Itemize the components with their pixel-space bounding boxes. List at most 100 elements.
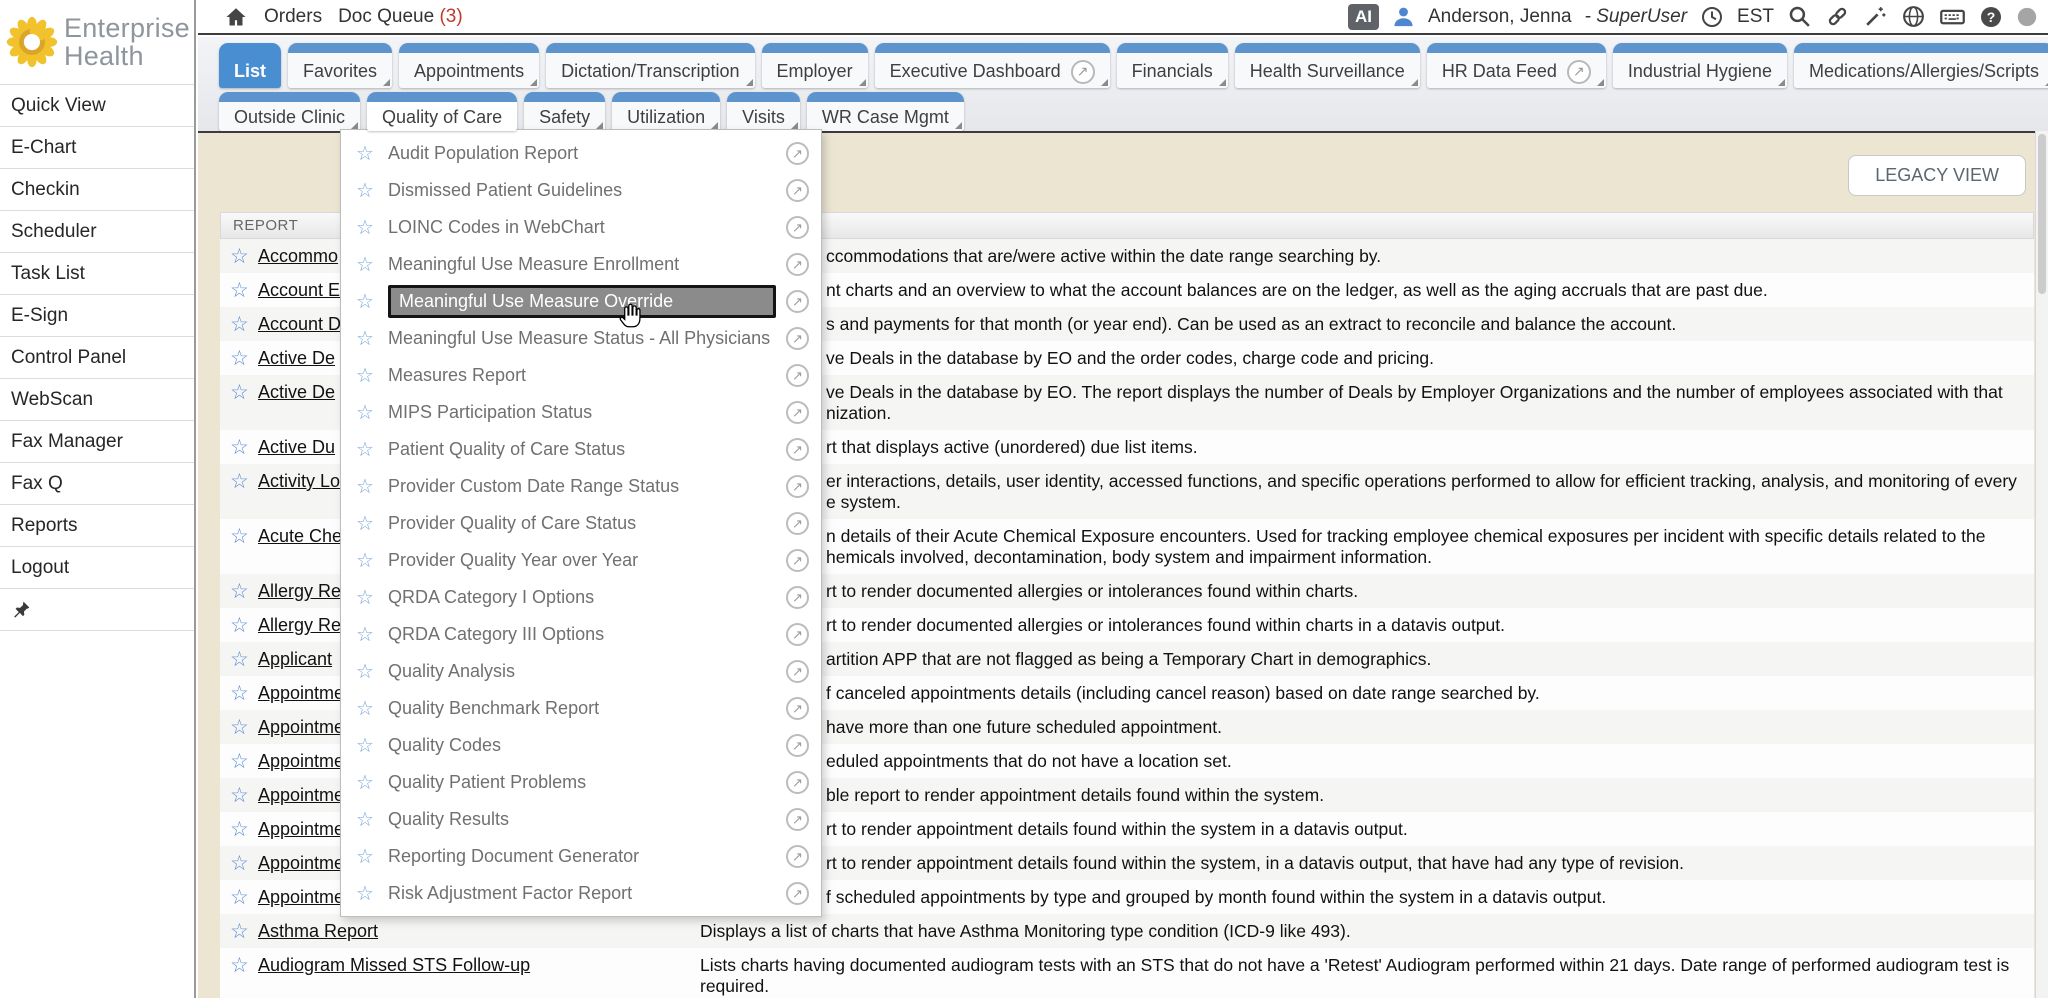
favorite-star-icon[interactable]: ☆ [230,615,258,636]
favorite-star-icon[interactable]: ☆ [356,437,383,462]
favorite-star-icon[interactable]: ☆ [230,819,258,840]
sidebar-item-checkin[interactable]: Checkin [0,169,194,211]
sidebar-item-webscan[interactable]: WebScan [0,379,194,421]
favorite-star-icon[interactable]: ☆ [356,659,383,684]
favorite-star-icon[interactable]: ☆ [356,252,383,277]
scrollbar-thumb[interactable] [2038,134,2046,294]
tab-financials[interactable]: Financials [1117,43,1228,88]
favorite-star-icon[interactable]: ☆ [230,683,258,704]
favorite-star-icon[interactable]: ☆ [356,770,383,795]
favorite-star-icon[interactable]: ☆ [230,921,258,942]
open-report-icon[interactable]: ↗ [786,808,809,831]
favorite-star-icon[interactable]: ☆ [230,471,258,492]
open-report-icon[interactable]: ↗ [786,734,809,757]
favorite-star-icon[interactable]: ☆ [230,280,258,301]
tab-wr-case-mgmt[interactable]: WR Case Mgmt [807,92,964,131]
report-link[interactable]: Appointme [258,683,344,704]
open-report-icon[interactable]: ↗ [786,364,809,387]
dropdown-item-loinc-codes[interactable]: ☆LOINC Codes in WebChart↗ [341,209,821,246]
favorite-star-icon[interactable]: ☆ [356,178,383,203]
report-link[interactable]: Allergy Re [258,581,341,602]
tab-industrial-hygiene[interactable]: Industrial Hygiene [1613,43,1787,88]
tab-dictation-transcription[interactable]: Dictation/Transcription [546,43,754,88]
open-report-icon[interactable]: ↗ [786,401,809,424]
open-report-icon[interactable]: ↗ [786,586,809,609]
tab-outside-clinic[interactable]: Outside Clinic [219,92,360,131]
tab-visits[interactable]: Visits [727,92,800,131]
report-link[interactable]: Appointme [258,819,344,840]
dropdown-item-quality-patient-problems[interactable]: ☆Quality Patient Problems↗ [341,764,821,801]
sidebar-item-e-sign[interactable]: E-Sign [0,295,194,337]
open-report-icon[interactable]: ↗ [786,845,809,868]
report-link[interactable]: Appointme [258,717,344,738]
favorite-star-icon[interactable]: ☆ [356,807,383,832]
tab-utilization[interactable]: Utilization [612,92,720,131]
favorite-star-icon[interactable]: ☆ [230,437,258,458]
favorite-star-icon[interactable]: ☆ [356,733,383,758]
sidebar-pin-toggle[interactable] [0,589,194,631]
dropdown-item-audit-population-report[interactable]: ☆Audit Population Report↗ [341,135,821,172]
open-report-icon[interactable]: ↗ [786,549,809,572]
favorite-star-icon[interactable]: ☆ [230,955,258,976]
favorite-star-icon[interactable]: ☆ [230,853,258,874]
favorite-star-icon[interactable]: ☆ [230,348,258,369]
open-report-icon[interactable]: ↗ [786,660,809,683]
open-report-icon[interactable]: ↗ [786,882,809,905]
open-report-icon[interactable]: ↗ [786,438,809,461]
open-report-icon[interactable]: ↗ [786,179,809,202]
tab-executive-dashboard[interactable]: Executive Dashboard↗ [875,43,1110,88]
ai-badge[interactable]: AI [1348,4,1379,30]
favorite-star-icon[interactable]: ☆ [356,585,383,610]
favorite-star-icon[interactable]: ☆ [230,581,258,602]
tab-favorites[interactable]: Favorites [288,43,392,88]
report-link[interactable]: Account E [258,280,340,301]
tab-employer[interactable]: Employer [762,43,868,88]
dropdown-item-qrda-category-iii-options[interactable]: ☆QRDA Category III Options↗ [341,616,821,653]
tab-quality-of-care[interactable]: Quality of Care [367,92,517,131]
report-link[interactable]: Appointme [258,751,344,772]
favorite-star-icon[interactable]: ☆ [356,622,383,647]
favorite-star-icon[interactable]: ☆ [356,548,383,573]
tab-appointments[interactable]: Appointments [399,43,539,88]
sidebar-item-scheduler[interactable]: Scheduler [0,211,194,253]
report-link[interactable]: Asthma Report [258,921,378,942]
open-report-icon[interactable]: ↗ [786,475,809,498]
report-link[interactable]: Activity Lo [258,471,340,492]
status-circle-icon[interactable] [2016,6,2038,28]
favorite-star-icon[interactable]: ☆ [230,649,258,670]
open-report-icon[interactable]: ↗ [786,327,809,350]
favorite-star-icon[interactable]: ☆ [356,511,383,536]
report-link[interactable]: Accommo [258,246,338,267]
dropdown-item-quality-analysis[interactable]: ☆Quality Analysis↗ [341,653,821,690]
dropdown-item-provider-quality-of-care-status[interactable]: ☆Provider Quality of Care Status↗ [341,505,821,542]
report-link[interactable]: Appointme [258,887,344,908]
favorite-star-icon[interactable]: ☆ [230,751,258,772]
tab-list[interactable]: List [219,43,281,88]
favorite-star-icon[interactable]: ☆ [356,215,383,240]
home-icon[interactable] [224,5,248,29]
dropdown-item-mu-measure-override[interactable]: ☆Meaningful Use Measure Override↗ [341,283,821,320]
help-icon[interactable]: ? [1979,5,2003,29]
legacy-view-button[interactable]: LEGACY VIEW [1848,155,2026,196]
dropdown-item-dismissed-patient-guidelines[interactable]: ☆Dismissed Patient Guidelines↗ [341,172,821,209]
sidebar-item-fax-q[interactable]: Fax Q [0,463,194,505]
dropdown-item-quality-results[interactable]: ☆Quality Results↗ [341,801,821,838]
dropdown-item-provider-quality-year-over-year[interactable]: ☆Provider Quality Year over Year↗ [341,542,821,579]
report-link[interactable]: Active De [258,348,335,369]
report-link[interactable]: Applicant [258,649,332,670]
external-link-icon[interactable]: ↗ [1567,60,1591,84]
tab-health-surveillance[interactable]: Health Surveillance [1235,43,1420,88]
clock-icon[interactable] [1700,5,1724,29]
user-name[interactable]: Anderson, Jenna [1428,6,1572,28]
favorite-star-icon[interactable]: ☆ [230,785,258,806]
favorite-star-icon[interactable]: ☆ [356,363,383,388]
vertical-scrollbar[interactable] [2035,131,2048,998]
sidebar-item-quick-view[interactable]: Quick View [0,85,194,127]
report-link[interactable]: Active Du [258,437,335,458]
open-report-icon[interactable]: ↗ [786,697,809,720]
dropdown-item-mu-measure-status-all-physicians[interactable]: ☆Meaningful Use Measure Status - All Phy… [341,320,821,357]
favorite-star-icon[interactable]: ☆ [356,289,383,314]
breadcrumb-orders[interactable]: Orders [264,6,322,28]
dropdown-item-mips-participation-status[interactable]: ☆MIPS Participation Status↗ [341,394,821,431]
open-report-icon[interactable]: ↗ [786,623,809,646]
